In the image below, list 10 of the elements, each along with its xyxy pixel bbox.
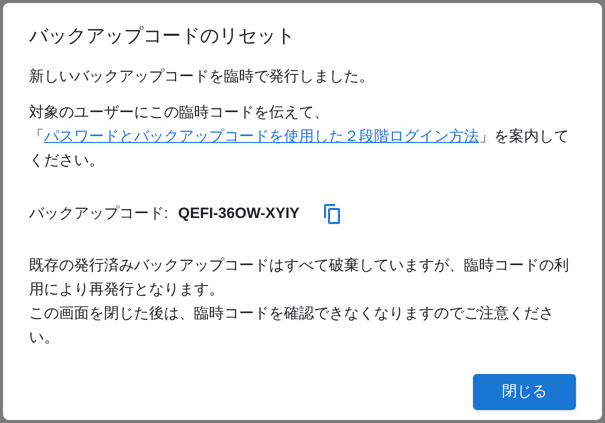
- dialog-title: バックアップコードのリセット: [29, 25, 296, 49]
- note-text: 既存の発行済みバックアップコードはすべて破棄していますが、臨時コードの利用により再発行となります。: [29, 256, 570, 300]
- message-text: 新しいバックアップコードを臨時で発行しました。: [29, 67, 375, 87]
- help-link[interactable]: パスワードとバックアップコードを使用した２段階ログイン方法: [44, 128, 479, 145]
- note-text: この画面を閉じた後は、臨時コードを確認できなくなりますのでご注意ください。: [29, 304, 555, 348]
- close-button[interactable]: 閉じる: [473, 374, 576, 410]
- instruction-text: 対象のユーザーにこの臨時コードを伝えて、「パスワードとバックアップコードを使用した２段階ログイン方法」を案内してください。: [29, 103, 570, 171]
- code-label: バックアップコード:: [29, 204, 168, 224]
- copy-icon[interactable]: [322, 203, 342, 226]
- code-value: QEFI-36OW-XYIY: [178, 204, 300, 224]
